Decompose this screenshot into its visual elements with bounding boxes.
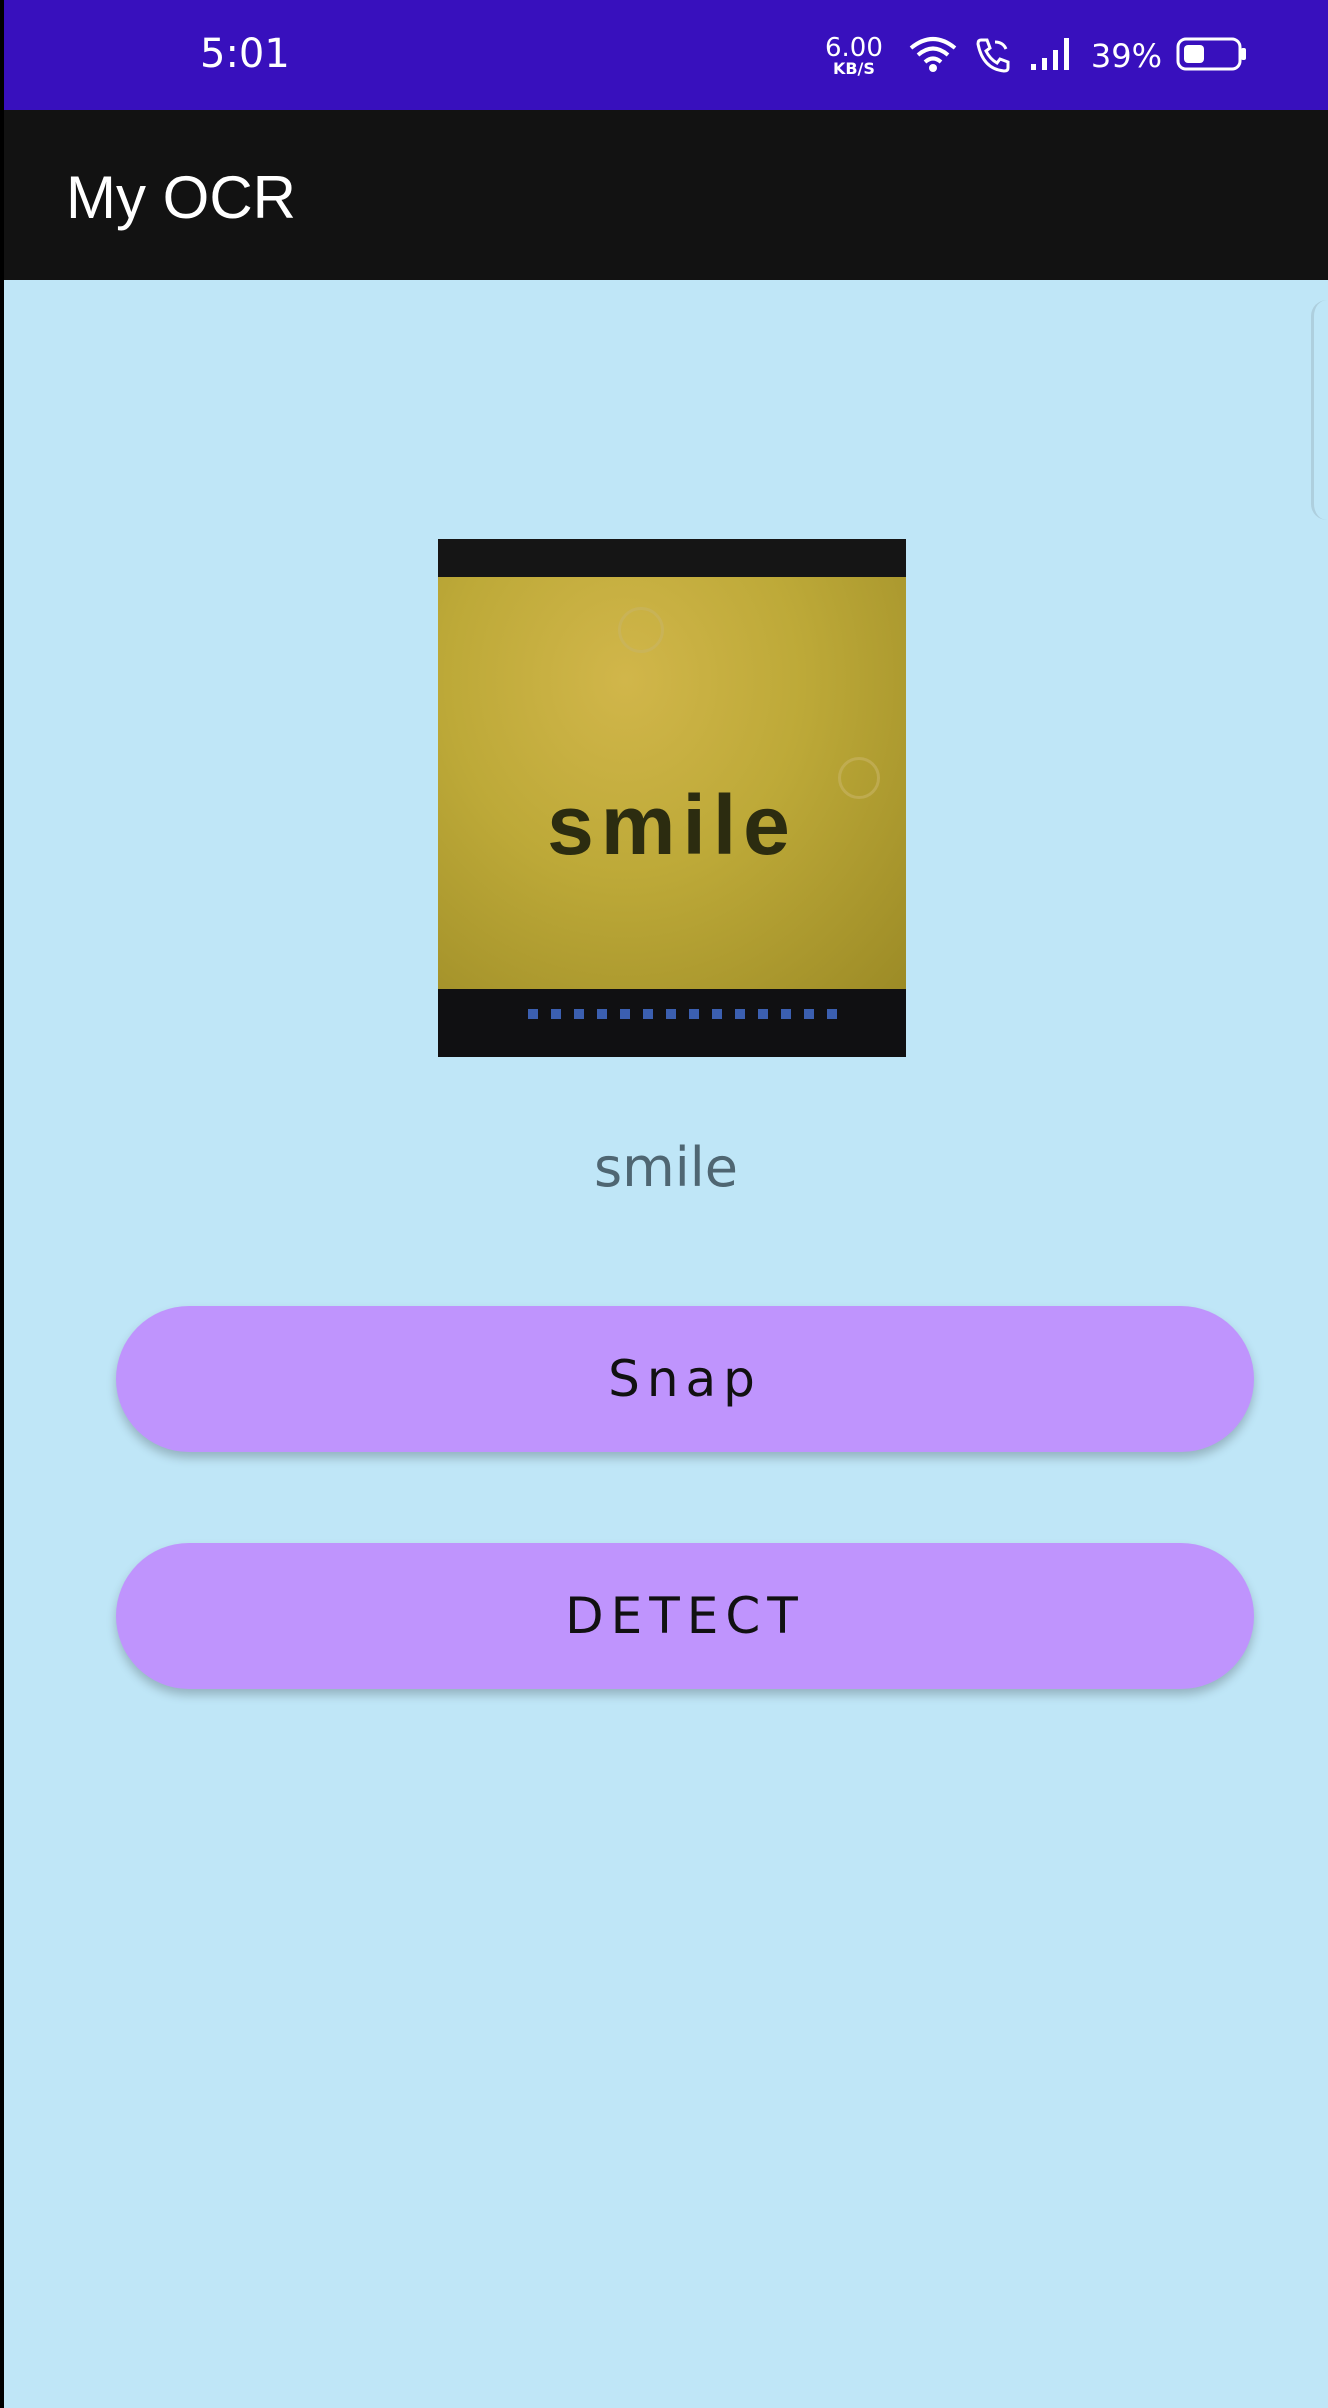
battery-icon [1176, 36, 1248, 76]
captured-image-word: smile [547, 778, 797, 872]
scroll-edge-indicator [1311, 300, 1328, 520]
app-bar: My OCR [4, 110, 1328, 280]
network-speed: 6.00 KB/S [825, 35, 883, 77]
network-speed-value: 6.00 [824, 33, 883, 63]
app-title: My OCR [66, 164, 296, 231]
captured-image: smile [438, 539, 906, 1057]
captured-image-swirl [618, 607, 664, 653]
status-time: 5:01 [200, 31, 290, 77]
battery-percent: 39% [1090, 37, 1162, 75]
snap-button[interactable]: Snap [116, 1306, 1254, 1452]
wifi-calling-icon [973, 34, 1015, 78]
network-speed-unit: KB/S [832, 59, 875, 78]
app-screen: 5:01 6.00 KB/S 39% My OCR smile smile Sn… [4, 0, 1328, 2408]
captured-image-taskbar-icons [528, 1009, 837, 1019]
signal-icon [1029, 34, 1077, 78]
captured-image-screen: smile [438, 577, 906, 989]
wifi-icon [907, 34, 959, 78]
captured-image-taskbar [438, 989, 906, 1057]
status-bar: 5:01 6.00 KB/S 39% [4, 0, 1328, 110]
detect-button[interactable]: DETECT [116, 1543, 1254, 1689]
ocr-result-text: smile [594, 1136, 738, 1199]
captured-image-toolbar [438, 539, 906, 577]
status-icons: 6.00 KB/S 39% [825, 28, 1248, 84]
